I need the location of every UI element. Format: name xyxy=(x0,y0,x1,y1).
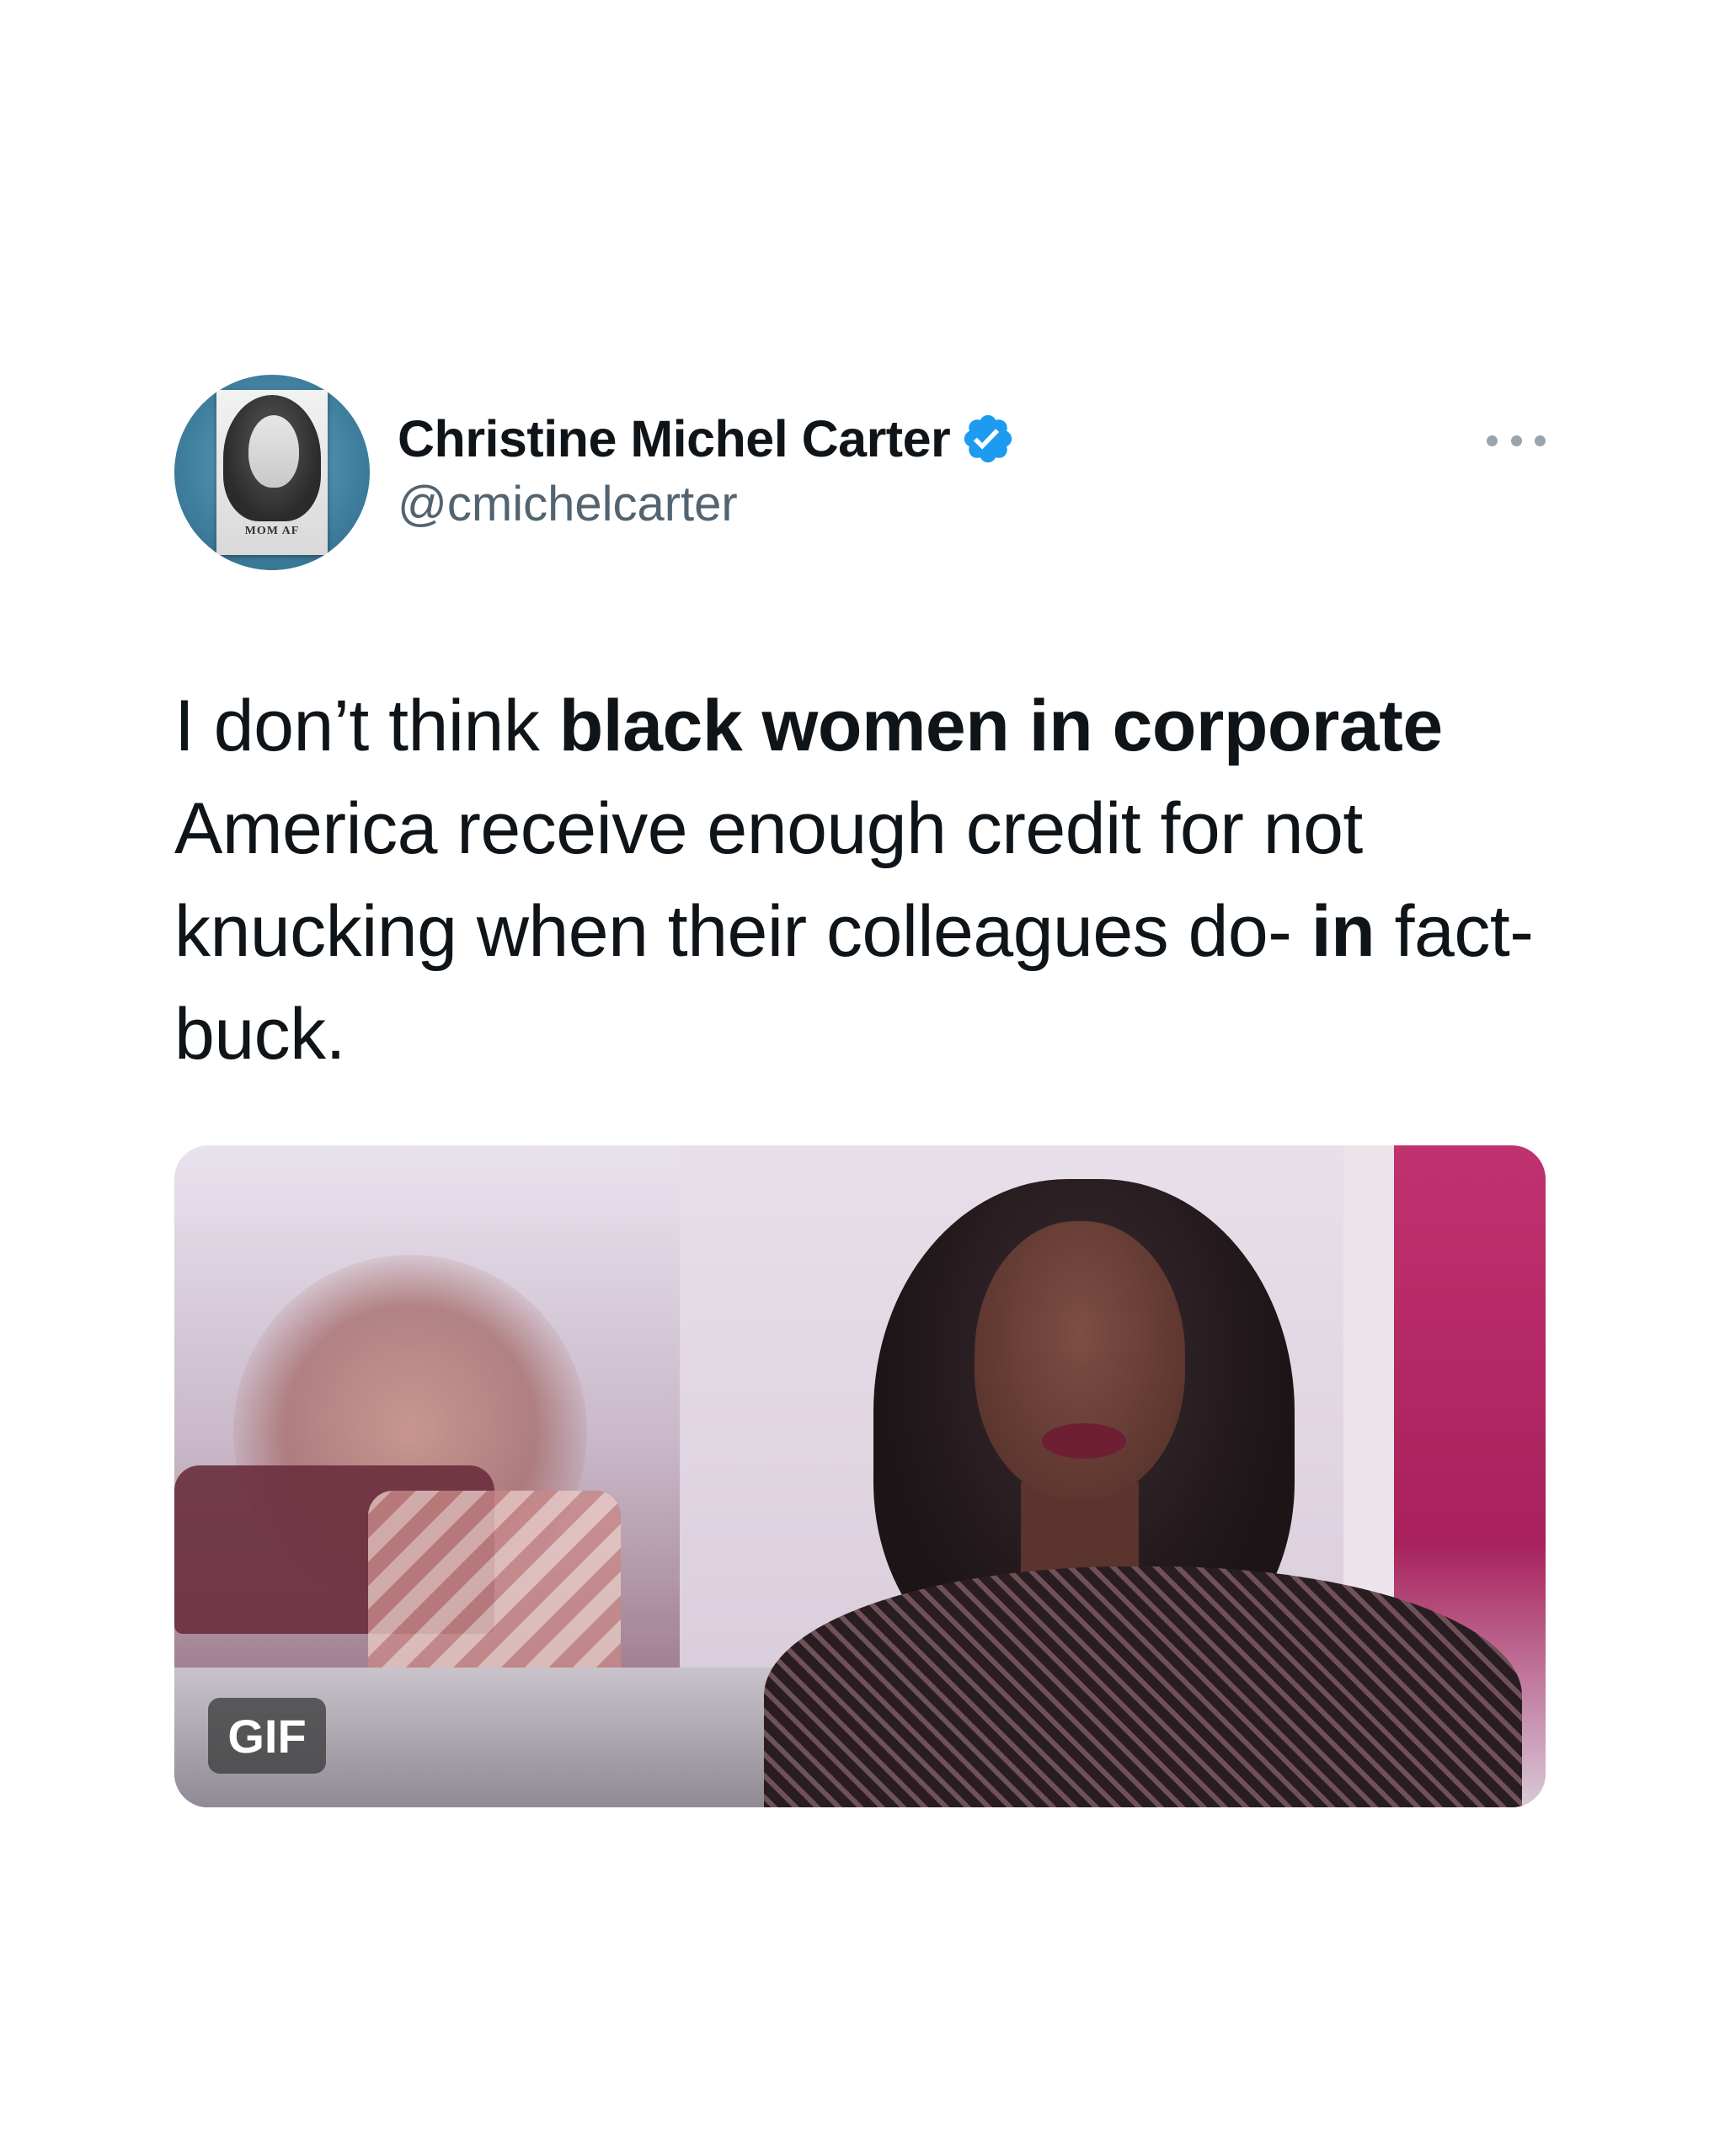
more-dot xyxy=(1535,435,1546,446)
more-dot xyxy=(1510,435,1522,446)
avatar-book-title: MOM AF xyxy=(244,525,300,537)
verified-badge-icon xyxy=(964,414,1012,463)
author-handle[interactable]: @cmichelcarter xyxy=(398,476,1016,532)
more-dot xyxy=(1487,435,1498,446)
tweet-text-segment: America receive enough credit for not kn… xyxy=(174,788,1363,972)
author-name[interactable]: Christine Michel Carter xyxy=(398,409,951,468)
tweet-text-bold-segment: in xyxy=(1311,891,1375,972)
avatar-book-cover: MOM AF xyxy=(216,390,328,555)
more-options-icon[interactable] xyxy=(1487,432,1546,449)
tweet-gif-media[interactable]: GIF xyxy=(174,1145,1546,1807)
gif-badge: GIF xyxy=(208,1698,326,1774)
author-name-row: Christine Michel Carter xyxy=(398,407,1016,471)
author-info: Christine Michel Carter @cmichelcarter xyxy=(398,407,1016,532)
tweet-card: MOM AF Christine Michel Carter @cmichelc… xyxy=(174,375,1546,1807)
gif-person-lips xyxy=(1042,1423,1126,1459)
tweet-text: I don’t think black women in corporate A… xyxy=(174,675,1546,1086)
avatar-face xyxy=(248,415,299,488)
gif-person-body xyxy=(764,1566,1522,1807)
tweet-text-segment: I don’t think xyxy=(174,686,559,766)
avatar[interactable]: MOM AF xyxy=(174,375,370,570)
tweet-text-bold-segment: black women in corporate xyxy=(558,686,1443,766)
tweet-header: MOM AF Christine Michel Carter @cmichelc… xyxy=(174,375,1546,574)
